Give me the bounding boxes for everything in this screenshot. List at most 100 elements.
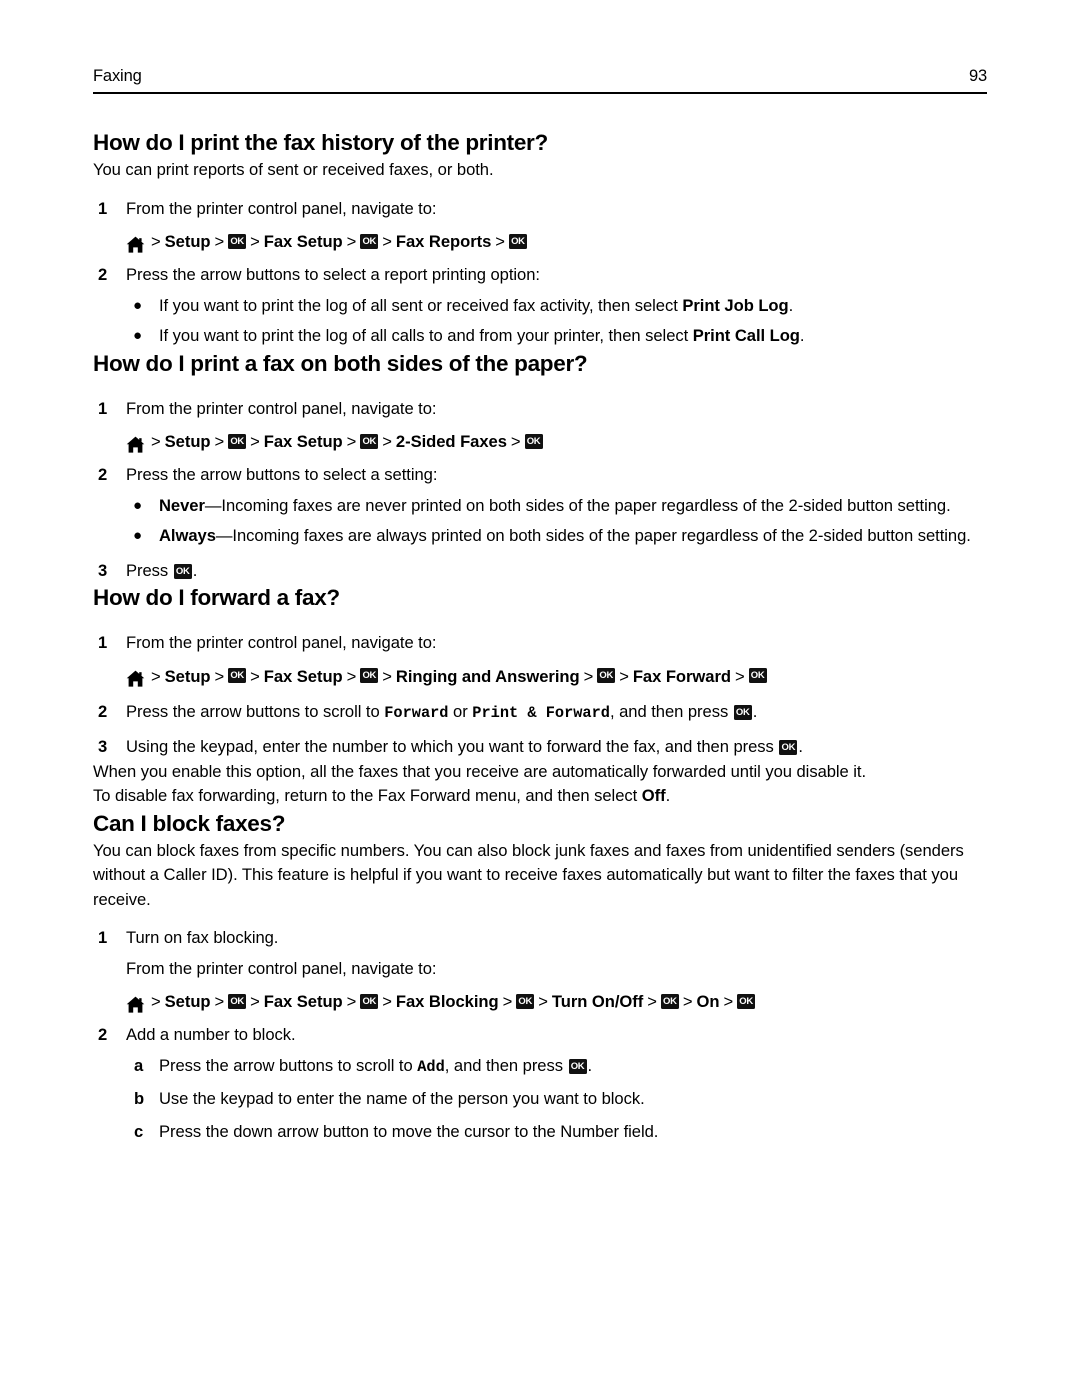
- bullet-item: ● If you want to print the log of all ca…: [126, 324, 989, 349]
- path-crumb-fax-setup: Fax Setup: [263, 666, 343, 686]
- path-separator: >: [346, 232, 357, 251]
- path-crumb-fax-reports: Fax Reports: [395, 232, 492, 251]
- home-icon: [126, 435, 145, 453]
- bullet-text-post: —Incoming faxes are always printed on bo…: [215, 526, 971, 545]
- path-separator: >: [647, 992, 657, 1011]
- home-icon: [126, 669, 145, 687]
- step-text: Add a number to block.: [126, 1025, 296, 1044]
- step-text: From the printer control panel, navigate…: [126, 633, 437, 652]
- path-separator: >: [346, 432, 357, 451]
- path-separator: >: [382, 992, 392, 1011]
- substep-item: c Press the down arrow button to move th…: [126, 1120, 989, 1145]
- step-item: 1 From the printer control panel, naviga…: [93, 631, 989, 656]
- path-separator: >: [214, 992, 225, 1011]
- step-number: 2: [98, 265, 108, 284]
- monospace-value-forward: Forward: [384, 703, 449, 722]
- ok-button-icon: OK: [737, 993, 756, 1009]
- path-separator: >: [250, 666, 260, 686]
- navigation-path: > Setup > OK > Fax Setup > OK > 2-Sided …: [93, 429, 989, 455]
- path-crumb-setup: Setup: [164, 232, 211, 251]
- step-item: 3 Press OK.: [93, 559, 989, 584]
- ok-button-icon: OK: [228, 668, 247, 683]
- path-separator: >: [151, 432, 161, 451]
- path-separator: >: [619, 666, 629, 686]
- block-faxes-intro-paragraph: You can block faxes from specific number…: [93, 840, 964, 909]
- header-chapter-title: Faxing: [93, 67, 142, 85]
- path-separator: >: [382, 432, 392, 451]
- navigation-path: > Setup > OK > Fax Setup > OK > Fax Bloc…: [93, 989, 989, 1015]
- bullet-text-bold: Never: [159, 495, 205, 515]
- substep-letter: c: [134, 1121, 144, 1141]
- navigation-path: > Setup > OK > Fax Setup > OK > Fax Repo…: [93, 229, 989, 255]
- step-text: Press the arrow buttons to select a sett…: [126, 465, 438, 484]
- header-divider: [93, 92, 987, 95]
- bullet-text-post: —Incoming faxes are never printed on bot…: [204, 495, 951, 515]
- path-separator: >: [510, 432, 521, 451]
- path-crumb-setup: Setup: [164, 666, 211, 686]
- navigation-path: > Setup > OK > Fax Setup > OK > Ringing …: [93, 664, 989, 690]
- step-number: 1: [98, 398, 108, 418]
- ok-button-icon: OK: [516, 993, 535, 1009]
- forward-enable-paragraph: When you enable this option, all the fax…: [93, 761, 867, 781]
- paragraph-text-pre: To disable fax forwarding, return to the…: [93, 786, 642, 805]
- step-text-end: .: [752, 701, 758, 721]
- step-text-pre: Using the keypad, enter the number to wh…: [126, 737, 779, 756]
- bullet-list: ● If you want to print the log of all se…: [93, 294, 989, 349]
- path-separator: >: [250, 232, 260, 251]
- paragraph-text-bold: Off: [641, 786, 666, 805]
- steps-list-forward-fax: 1 From the printer control panel, naviga…: [93, 631, 989, 760]
- bullet-text-pre: If you want to print the log of all sent…: [159, 295, 683, 315]
- step-number: 2: [98, 1025, 108, 1044]
- step-text-post: .: [192, 560, 198, 580]
- path-separator: >: [151, 666, 161, 686]
- path-crumb-ringing-and-answering: Ringing and Answering: [395, 666, 580, 686]
- path-separator: >: [151, 992, 161, 1011]
- step-item: 1 Turn on fax blocking.: [93, 926, 989, 951]
- path-separator: >: [583, 666, 594, 686]
- step-item: 2 Press the arrow buttons to select a se…: [93, 463, 989, 488]
- ok-button-icon: OK: [524, 433, 543, 449]
- substep-item: b Use the keypad to enter the name of th…: [126, 1087, 989, 1112]
- monospace-value-add: Add: [417, 1057, 445, 1076]
- path-crumb-fax-setup: Fax Setup: [263, 232, 343, 251]
- path-crumb-fax-setup: Fax Setup: [263, 992, 343, 1011]
- substep-text: Use the keypad to enter the name of the …: [159, 1089, 645, 1108]
- path-separator: >: [382, 666, 392, 686]
- bullet-text-post: .: [788, 295, 794, 315]
- step-text: From the printer control panel, navigate…: [126, 958, 437, 978]
- steps-list-fax-history: 1 From the printer control panel, naviga…: [93, 197, 989, 349]
- path-crumb-2-sided-faxes: 2-Sided Faxes: [395, 432, 507, 451]
- bullet-text-bold: Always: [159, 526, 216, 545]
- path-crumb-turn-on-off: Turn On/Off: [551, 992, 644, 1011]
- step-text: From the printer control panel, navigate…: [126, 398, 437, 418]
- section-heading-block-faxes: Can I block faxes?: [93, 810, 286, 836]
- substep-letter: b: [134, 1089, 145, 1108]
- step-text: Turn on fax blocking.: [126, 928, 279, 947]
- substep-text: Press the down arrow button to move the …: [159, 1121, 659, 1141]
- header-page-number: 93: [968, 67, 987, 85]
- path-separator: >: [250, 992, 260, 1011]
- page-header: Faxing 93: [93, 66, 987, 86]
- path-crumb-on: On: [696, 992, 720, 1011]
- ok-button-icon: OK: [228, 233, 247, 249]
- bullet-dot-icon: ●: [133, 496, 143, 514]
- ok-button-icon: OK: [360, 668, 379, 683]
- step-number: 3: [98, 560, 108, 580]
- home-icon: [126, 995, 145, 1013]
- bullet-dot-icon: ●: [133, 296, 143, 314]
- step-text-pre: Press the arrow buttons to scroll to: [126, 701, 385, 721]
- home-icon: [126, 235, 145, 253]
- ok-button-icon: OK: [173, 563, 192, 579]
- bullet-text-post: .: [799, 326, 805, 345]
- bullet-list: ● Never—Incoming faxes are never printed…: [93, 494, 989, 549]
- ok-button-icon: OK: [733, 704, 752, 720]
- path-separator: >: [346, 666, 357, 686]
- path-crumb-setup: Setup: [164, 432, 211, 451]
- ok-button-icon: OK: [360, 993, 379, 1009]
- step-text: From the printer control panel, navigate…: [126, 198, 437, 218]
- path-separator: >: [151, 232, 161, 251]
- ok-button-icon: OK: [228, 433, 247, 449]
- ok-button-icon: OK: [228, 993, 247, 1009]
- steps-list-block-faxes: 1 Turn on fax blocking. From the printer…: [93, 926, 989, 1144]
- step-number: 1: [98, 198, 108, 218]
